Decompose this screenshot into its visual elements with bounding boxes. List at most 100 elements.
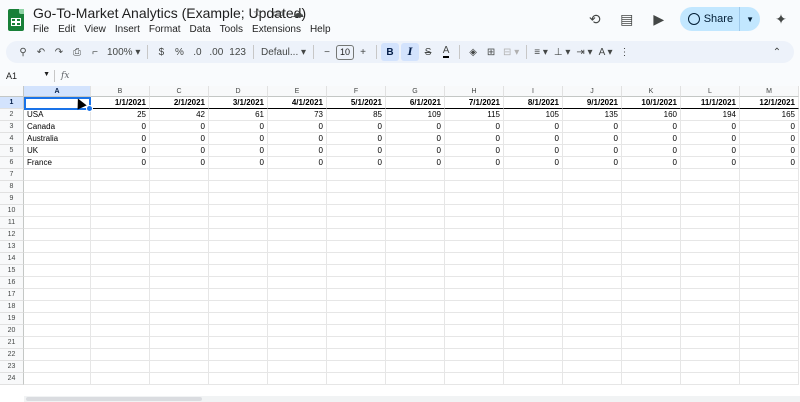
cell-j18[interactable] (563, 301, 622, 313)
cell-h22[interactable] (445, 349, 504, 361)
cell-j14[interactable] (563, 253, 622, 265)
column-header-l[interactable]: L (681, 86, 740, 97)
folder-icon[interactable]: ▭ (270, 6, 286, 20)
scrollbar-thumb[interactable] (26, 397, 202, 401)
cell-d12[interactable] (209, 229, 268, 241)
cell-l13[interactable] (681, 241, 740, 253)
cell-a5[interactable]: UK (24, 145, 91, 157)
text-wrap-icon[interactable]: ⇥ ▾ (573, 43, 595, 61)
cell-c11[interactable] (150, 217, 209, 229)
cell-i5[interactable]: 0 (504, 145, 563, 157)
cell-a7[interactable] (24, 169, 91, 181)
cell-j13[interactable] (563, 241, 622, 253)
borders-icon[interactable]: ⊞ (482, 43, 500, 61)
cell-l17[interactable] (681, 289, 740, 301)
cell-j12[interactable] (563, 229, 622, 241)
row-header-17[interactable]: 17 (0, 289, 24, 301)
cell-a15[interactable] (24, 265, 91, 277)
cell-f3[interactable]: 0 (327, 121, 386, 133)
cell-j17[interactable] (563, 289, 622, 301)
cell-l14[interactable] (681, 253, 740, 265)
cell-l21[interactable] (681, 337, 740, 349)
row-header-12[interactable]: 12 (0, 229, 24, 241)
horizontal-align-icon[interactable]: ≡ ▾ (531, 43, 551, 61)
search-menus-icon[interactable]: ⚲ (14, 43, 32, 61)
column-header-h[interactable]: H (445, 86, 504, 97)
cell-f23[interactable] (327, 361, 386, 373)
cell-m3[interactable]: 0 (740, 121, 799, 133)
menu-extensions[interactable]: Extensions (252, 24, 301, 35)
cell-c19[interactable] (150, 313, 209, 325)
merge-cells-icon[interactable]: ⊟ ▾ (500, 43, 522, 61)
cell-c22[interactable] (150, 349, 209, 361)
cell-b23[interactable] (91, 361, 150, 373)
strikethrough-button[interactable]: S (419, 43, 437, 61)
cell-b15[interactable] (91, 265, 150, 277)
cell-b13[interactable] (91, 241, 150, 253)
cell-k20[interactable] (622, 325, 681, 337)
cell-i21[interactable] (504, 337, 563, 349)
row-header-11[interactable]: 11 (0, 217, 24, 229)
cell-a22[interactable] (24, 349, 91, 361)
cell-d16[interactable] (209, 277, 268, 289)
cell-e18[interactable] (268, 301, 327, 313)
cell-b1[interactable]: 1/1/2021 (91, 97, 150, 109)
cell-b24[interactable] (91, 373, 150, 385)
cell-a10[interactable] (24, 205, 91, 217)
cell-l2[interactable]: 194 (681, 109, 740, 121)
column-header-i[interactable]: I (504, 86, 563, 97)
cell-g23[interactable] (386, 361, 445, 373)
cell-k24[interactable] (622, 373, 681, 385)
cell-e22[interactable] (268, 349, 327, 361)
row-header-22[interactable]: 22 (0, 349, 24, 361)
font-select[interactable]: Defaul... ▾ (258, 43, 309, 61)
cell-l22[interactable] (681, 349, 740, 361)
more-icon[interactable]: ⋮ (616, 43, 634, 61)
increase-decimal-button[interactable]: .00 (206, 43, 226, 61)
cell-k5[interactable]: 0 (622, 145, 681, 157)
cell-i1[interactable]: 8/1/2021 (504, 97, 563, 109)
cell-a13[interactable] (24, 241, 91, 253)
cell-d14[interactable] (209, 253, 268, 265)
select-all-corner[interactable] (0, 86, 24, 97)
cell-e2[interactable]: 73 (268, 109, 327, 121)
cell-l23[interactable] (681, 361, 740, 373)
undo-icon[interactable]: ↶ (32, 43, 50, 61)
cell-e16[interactable] (268, 277, 327, 289)
cell-f20[interactable] (327, 325, 386, 337)
cell-j24[interactable] (563, 373, 622, 385)
row-header-3[interactable]: 3 (0, 121, 24, 133)
cell-h5[interactable]: 0 (445, 145, 504, 157)
cell-k12[interactable] (622, 229, 681, 241)
cell-i20[interactable] (504, 325, 563, 337)
cell-d10[interactable] (209, 205, 268, 217)
zoom-select[interactable]: 100% ▾ (104, 43, 143, 61)
cell-b12[interactable] (91, 229, 150, 241)
cell-k13[interactable] (622, 241, 681, 253)
cell-d23[interactable] (209, 361, 268, 373)
cell-j21[interactable] (563, 337, 622, 349)
cell-j2[interactable]: 135 (563, 109, 622, 121)
cell-f9[interactable] (327, 193, 386, 205)
cloud-icon[interactable]: ☁ (290, 6, 306, 20)
percent-button[interactable]: % (170, 43, 188, 61)
cell-k19[interactable] (622, 313, 681, 325)
cell-l15[interactable] (681, 265, 740, 277)
column-header-m[interactable]: M (740, 86, 799, 97)
cell-i14[interactable] (504, 253, 563, 265)
cell-g2[interactable]: 109 (386, 109, 445, 121)
cell-d4[interactable]: 0 (209, 133, 268, 145)
cell-g19[interactable] (386, 313, 445, 325)
paint-format-icon[interactable]: ⌐ (86, 43, 104, 61)
cell-c5[interactable]: 0 (150, 145, 209, 157)
cell-i15[interactable] (504, 265, 563, 277)
cell-i8[interactable] (504, 181, 563, 193)
cell-c24[interactable] (150, 373, 209, 385)
cell-c8[interactable] (150, 181, 209, 193)
cell-c10[interactable] (150, 205, 209, 217)
cell-i3[interactable]: 0 (504, 121, 563, 133)
cell-m13[interactable] (740, 241, 799, 253)
cell-b21[interactable] (91, 337, 150, 349)
cell-a12[interactable] (24, 229, 91, 241)
cell-j10[interactable] (563, 205, 622, 217)
